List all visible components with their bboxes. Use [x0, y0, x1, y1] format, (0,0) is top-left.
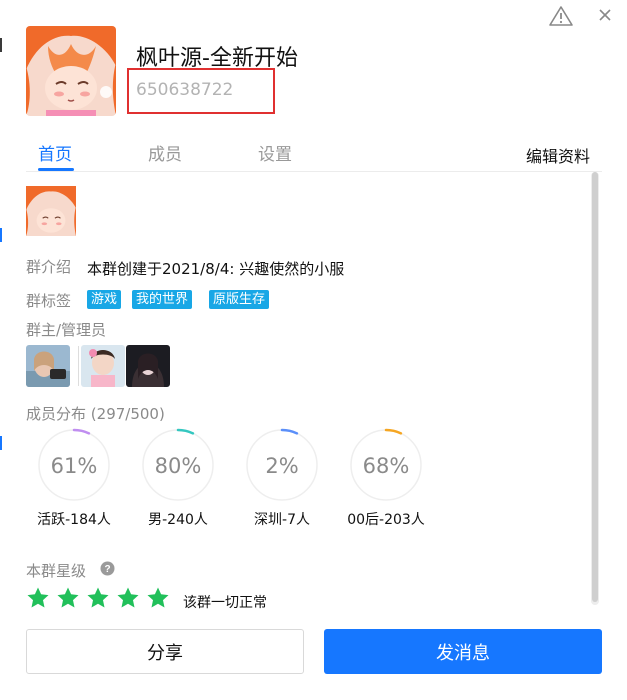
divider — [78, 346, 79, 386]
intro-label: 群介绍 — [26, 258, 72, 276]
share-button[interactable]: 分享 — [26, 629, 304, 674]
group-id: 650638722 — [136, 80, 234, 100]
close-icon[interactable] — [597, 7, 613, 23]
tag-item[interactable]: 原版生存 — [209, 290, 270, 309]
star-icon — [146, 586, 170, 610]
ring-arc — [176, 428, 195, 435]
tag-item[interactable]: 我的世界 — [132, 290, 193, 309]
distribution-title: 成员分布 — [26, 405, 87, 423]
star-icon — [56, 586, 80, 610]
group-status-text: 该群一切正常 — [183, 595, 267, 611]
group-avatar[interactable] — [26, 26, 116, 116]
ring-percent: 2% — [265, 454, 298, 478]
member-count: (297/500) — [90, 405, 165, 423]
star-icon — [86, 586, 110, 610]
divider — [26, 171, 602, 172]
report-warning-icon[interactable] — [548, 5, 574, 27]
star-icon — [26, 586, 50, 610]
background-window-edge — [0, 228, 2, 242]
ring-arc — [72, 428, 91, 435]
group-owner-avatar[interactable] — [26, 186, 76, 236]
stat-ring: 68% — [349, 428, 423, 502]
tab-members[interactable]: 成员 — [148, 140, 182, 165]
tab-settings[interactable]: 设置 — [258, 140, 292, 165]
ring-percent: 80% — [155, 454, 202, 478]
scrollbar-thumb[interactable] — [592, 172, 598, 602]
stat-ring: 2% — [245, 428, 319, 502]
admin-avatar[interactable] — [81, 345, 125, 387]
stat-caption: 活跃-184人 — [37, 512, 111, 528]
intro-text: 本群创建于2021/8/4: 兴趣使然的小服 — [87, 260, 345, 278]
admin-avatar[interactable] — [26, 345, 70, 387]
stat-caption: 00后-203人 — [347, 512, 425, 528]
ring-percent: 61% — [51, 454, 98, 478]
distribution-label: 成员分布 (297/500) — [26, 403, 165, 424]
send-message-button[interactable]: 发消息 — [324, 629, 602, 674]
stat-caption: 深圳-7人 — [254, 512, 310, 528]
ring-percent: 68% — [363, 454, 410, 478]
tags-label: 群标签 — [26, 292, 72, 310]
ring-arc — [384, 428, 403, 435]
background-window-edge — [0, 38, 2, 52]
svg-text:?: ? — [104, 564, 110, 575]
stat-ring: 61% — [37, 428, 111, 502]
star-icon — [116, 586, 140, 610]
help-icon[interactable]: ? — [100, 561, 115, 576]
ring-arc — [280, 428, 299, 435]
tag-item[interactable]: 游戏 — [87, 290, 122, 309]
group-level-label: 本群星级 — [26, 562, 87, 580]
edit-profile-link[interactable]: 编辑资料 — [526, 143, 590, 167]
background-window-edge — [0, 436, 2, 450]
stat-caption: 男-240人 — [148, 512, 208, 528]
admin-avatar[interactable] — [126, 345, 170, 387]
stat-ring: 80% — [141, 428, 215, 502]
tab-home[interactable]: 首页 — [38, 140, 72, 165]
admins-label: 群主/管理员 — [26, 321, 107, 339]
